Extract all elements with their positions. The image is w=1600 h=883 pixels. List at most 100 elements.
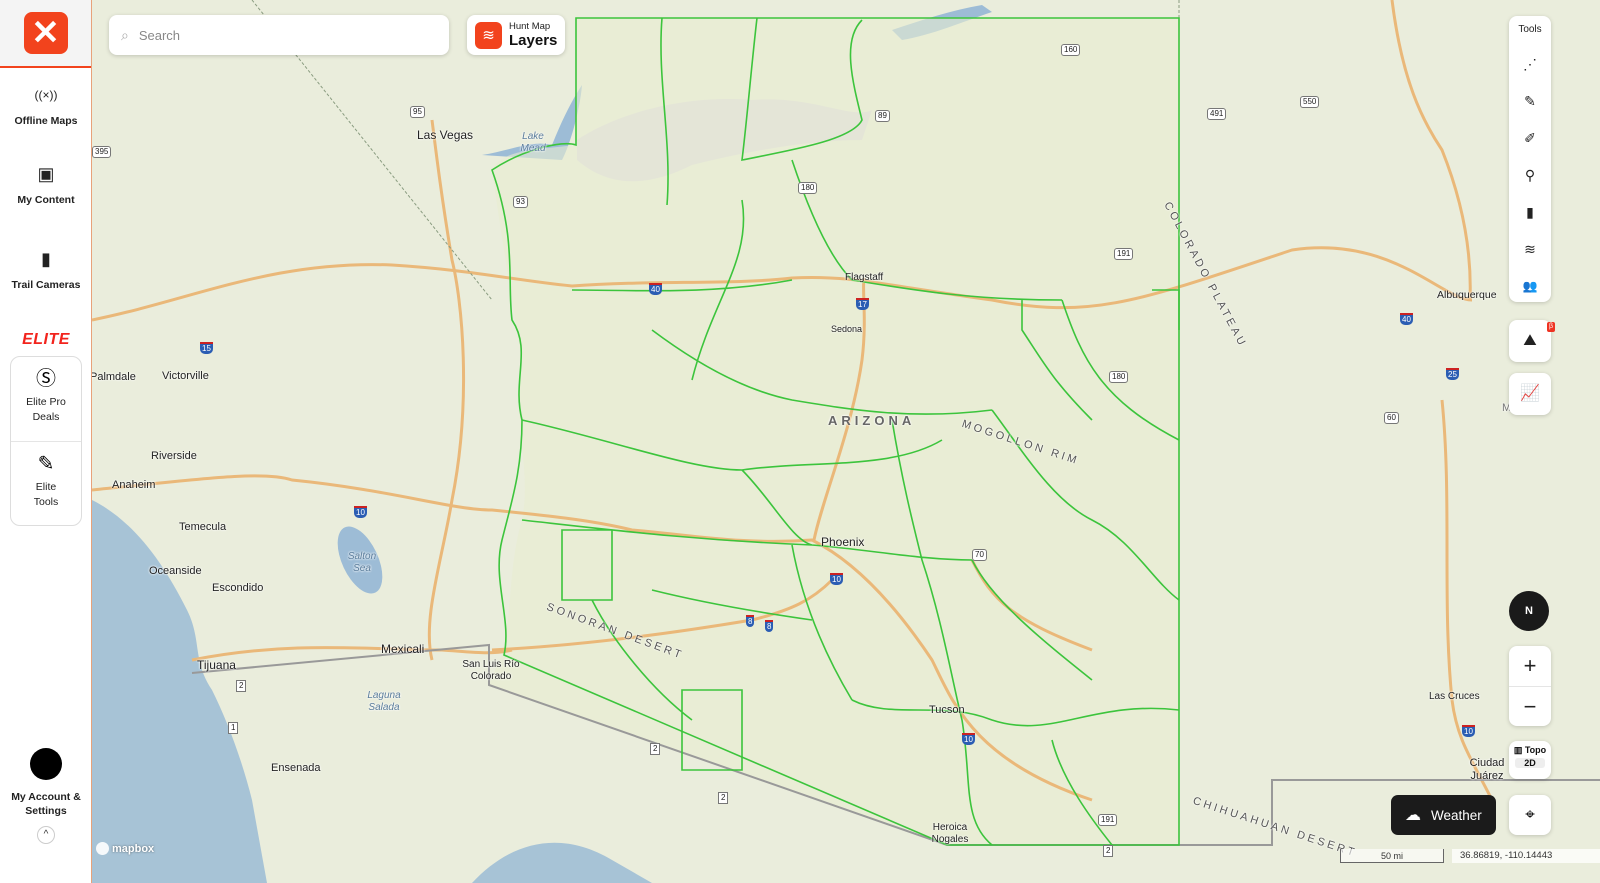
weather-button[interactable]: ☁ Weather <box>1391 795 1496 835</box>
us-route-shield: 160 <box>1061 44 1081 56</box>
interstate-shield: 17 <box>856 298 869 310</box>
chevron-up-icon[interactable]: ^ <box>37 826 55 844</box>
zoom-in-button[interactable]: + <box>1509 646 1551 686</box>
map-layer <box>92 0 1600 883</box>
sidebar-item-label: Trail Cameras <box>11 279 81 291</box>
city-label: Ensenada <box>271 762 321 774</box>
state-label: ARIZONA <box>828 413 916 428</box>
route-icon[interactable]: ⋰ <box>1509 52 1551 76</box>
us-route-shield: 191 <box>1114 248 1134 260</box>
folder-card-icon: ▣ <box>37 164 55 184</box>
tools-title: Tools <box>1518 24 1542 35</box>
sidebar: ✕ ((×)) Offline Maps ▣ My Content ▮ Trai… <box>0 0 92 883</box>
city-label: Palmdale <box>90 371 136 383</box>
us-route-shield: 60 <box>1384 412 1399 424</box>
freehand-draw-icon[interactable]: ✐ <box>1509 126 1551 150</box>
search-icon: ⌕ <box>121 26 129 43</box>
elevation-chart-button[interactable]: 📈 <box>1509 373 1551 415</box>
water-label: Laguna Salada <box>367 690 401 713</box>
sidebar-item-label: Elite Pro Deals <box>26 396 66 423</box>
city-label: San Luis Río Colorado <box>462 659 520 682</box>
sidebar-item-trail-cameras[interactable]: ▮ Trail Cameras <box>0 248 92 292</box>
mx-route-shield: 2 <box>718 792 729 804</box>
interstate-shield: 40 <box>1400 313 1413 325</box>
city-label: Las Cruces <box>1429 691 1480 702</box>
city-label: Escondido <box>212 582 264 594</box>
trail-camera-icon[interactable]: ▮ <box>1509 200 1551 224</box>
city-label: Oceanside <box>149 565 202 577</box>
mx-route-shield: 1 <box>228 722 239 734</box>
crosshair-icon: ⌖ <box>1525 805 1535 824</box>
avatar[interactable] <box>30 748 62 780</box>
divider <box>11 441 81 442</box>
city-label: Tijuana <box>197 658 236 672</box>
mx-route-shield: 2 <box>236 680 247 692</box>
signal-broadcast-icon: ((×)) <box>34 88 58 102</box>
mapbox-logo-icon <box>96 842 109 855</box>
sidebar-item-label: Offline Maps <box>14 115 78 127</box>
zoom-controls: + − <box>1509 646 1551 726</box>
city-label: Phoenix <box>821 535 865 549</box>
city-label: Riverside <box>151 450 197 462</box>
water-label: Lake Mead <box>520 131 546 154</box>
us-route-shield: 93 <box>513 196 528 208</box>
city-label: Temecula <box>179 521 227 533</box>
sidebar-item-account[interactable]: My Account & Settings ^ <box>0 748 92 844</box>
layers-icon: ≋ <box>475 21 502 49</box>
scale-bar: 50 mi <box>1340 849 1444 863</box>
terrain-analysis-button[interactable]: ⛰ β <box>1509 320 1555 362</box>
close-x-icon[interactable]: ✕ <box>23 12 68 54</box>
coordinate-readout: 36.86819, -110.14443 <box>1452 849 1600 863</box>
sidebar-item-label: Elite Tools <box>33 481 59 508</box>
interstate-shield: 15 <box>200 342 213 354</box>
interstate-shield: 8 <box>746 615 755 627</box>
sidebar-item-label: My Account & Settings <box>11 791 81 817</box>
zoom-out-button[interactable]: − <box>1509 686 1551 726</box>
mapbox-attribution[interactable]: mapbox <box>96 842 154 855</box>
pencil-draw-icon[interactable]: ✎ <box>1509 89 1551 113</box>
us-route-shield: 180 <box>1109 371 1129 383</box>
map-canvas[interactable]: Las Vegas Lake Mead Flagstaff Sedona ARI… <box>90 0 1600 883</box>
chart-icon: 📈 <box>1520 385 1540 402</box>
city-label: Sedona <box>831 324 863 334</box>
group-users-icon[interactable]: 👥 <box>1509 274 1551 298</box>
basemap-mode[interactable]: 2D <box>1515 758 1545 768</box>
sidebar-item-offline-maps[interactable]: ((×)) Offline Maps <box>0 84 92 128</box>
logo-area: ✕ <box>0 0 91 68</box>
basemap-name: ▥ Topo <box>1509 745 1551 756</box>
gulf-of-california <box>472 842 652 883</box>
cloud-sun-icon: ☁ <box>1405 807 1421 824</box>
city-label: Heroica Nogales <box>931 822 969 845</box>
locate-button[interactable]: ⌖ <box>1509 795 1551 835</box>
wind-icon[interactable]: ≋ <box>1509 237 1551 261</box>
search-bar[interactable]: ⌕ <box>109 15 449 55</box>
sidebar-item-label: My Content <box>17 194 75 206</box>
hunt-map-layers-button[interactable]: ≋ Hunt Map Layers <box>467 15 565 55</box>
layers-button-sublabel: Hunt Map <box>509 21 551 32</box>
waypoint-pin-icon[interactable]: ⚲ <box>1509 163 1551 187</box>
sidebar-item-elite-pro-deals[interactable]: Ⓢ Elite Pro Deals <box>11 367 81 425</box>
us-route-shield: 491 <box>1207 108 1227 120</box>
mx-route-shield: 2 <box>1103 845 1114 857</box>
us-route-shield: 395 <box>92 146 112 158</box>
sidebar-item-my-content[interactable]: ▣ My Content <box>0 163 92 207</box>
search-input[interactable] <box>138 27 419 43</box>
basemap-toggle[interactable]: ▥ Topo 2D <box>1509 741 1551 779</box>
city-label: Tucson <box>929 704 965 716</box>
interstate-shield: 10 <box>1462 725 1475 737</box>
dollar-circle-icon: Ⓢ <box>36 368 56 390</box>
mapbox-label: mapbox <box>112 842 155 855</box>
city-label: Victorville <box>162 370 209 382</box>
basemap-label: Topo <box>1524 745 1547 755</box>
elite-menu: Ⓢ Elite Pro Deals ✎ Elite Tools <box>10 356 82 526</box>
city-label: Flagstaff <box>845 272 884 283</box>
us-route-shield: 180 <box>798 182 818 194</box>
interstate-shield: 40 <box>649 283 662 295</box>
sidebar-item-elite-tools[interactable]: ✎ Elite Tools <box>11 452 81 510</box>
north-arrow-icon: N <box>1525 605 1533 617</box>
us-route-shield: 70 <box>972 549 987 561</box>
elite-badge: ELITE <box>22 331 70 348</box>
interstate-shield: 10 <box>354 506 367 518</box>
trail-camera-icon: ▮ <box>41 249 51 269</box>
compass-button[interactable]: N <box>1509 591 1549 631</box>
